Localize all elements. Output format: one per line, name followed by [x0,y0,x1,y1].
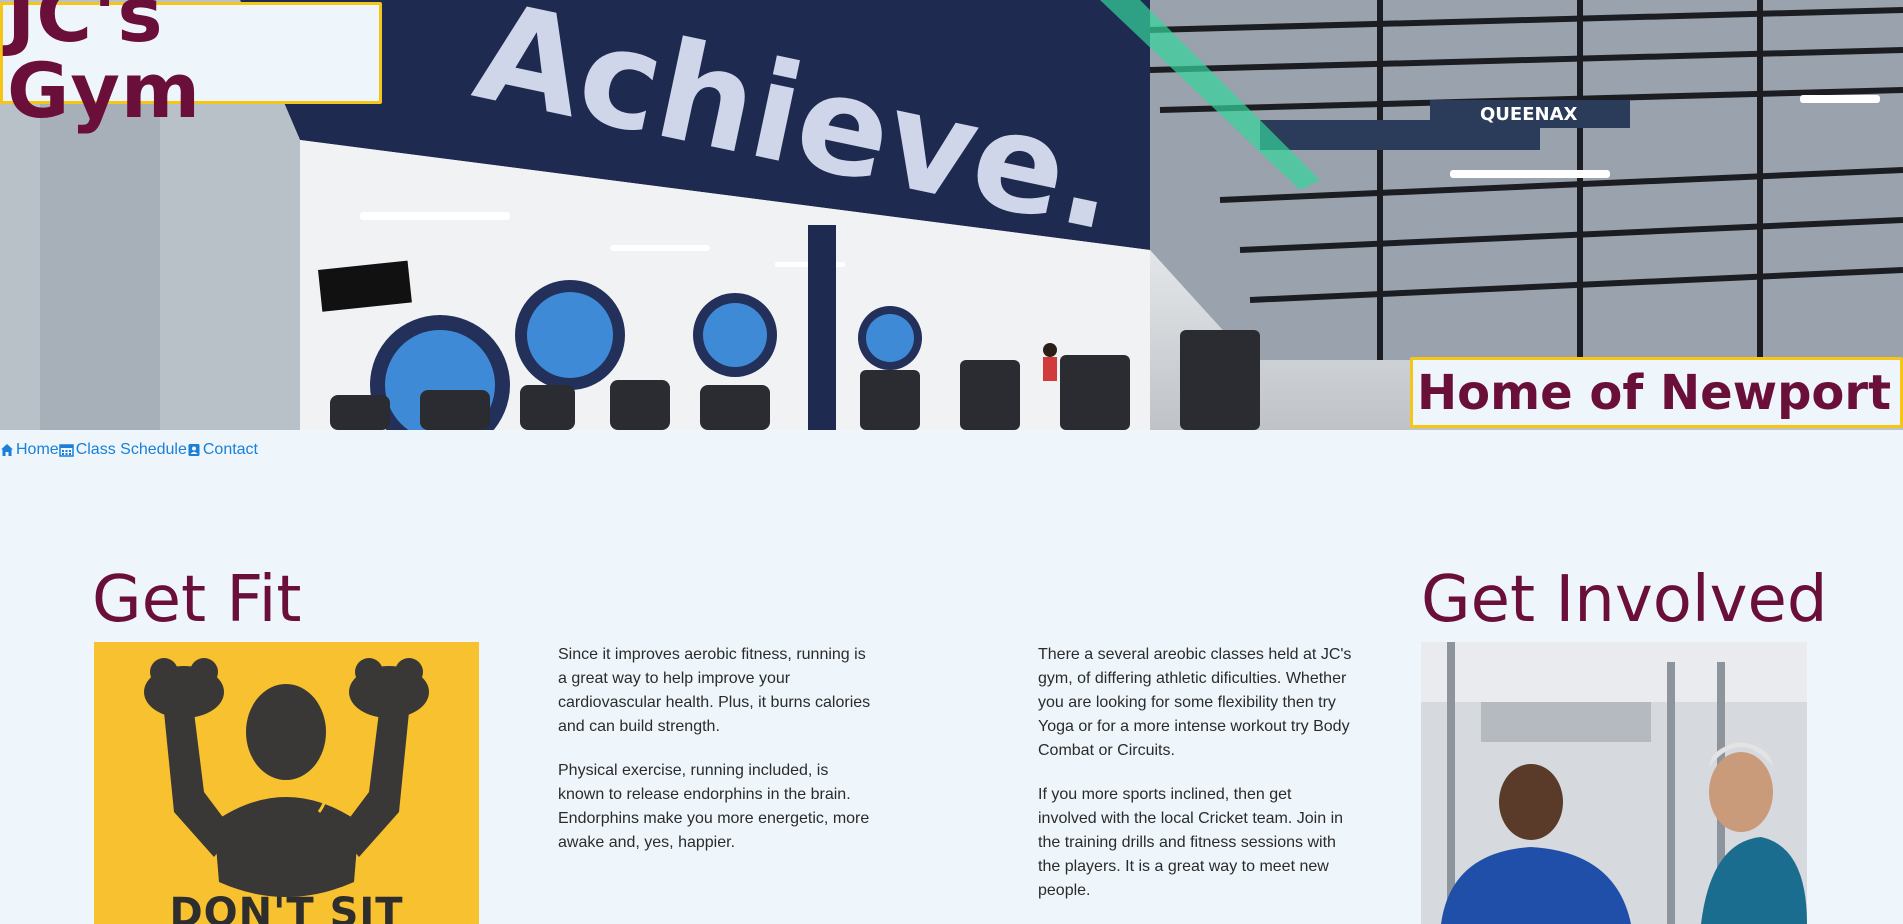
tagline-box: Home of Newport CC [1410,357,1903,428]
paragraph: Since it improves aerobic fitness, runni… [558,646,871,735]
main-nav: Home Class Schedule Contact [0,440,258,460]
nav-link-label: Contact [202,441,258,458]
paragraph: If you more sports inclined, then get in… [1038,786,1344,899]
trainer-and-member-photo [1421,642,1807,924]
get-fit-heading: Get Fit [92,563,302,637]
nav-link-home[interactable]: Home [0,441,59,459]
brand-box: JC's Gym [0,0,382,129]
site-tagline: Home of Newport CC [1417,364,1903,421]
nav-link-class-schedule[interactable]: Class Schedule [58,441,187,459]
calendar-icon [58,444,74,457]
fitness-text-column: Since it improves aerobic fitness, runni… [558,643,873,875]
get-involved-photo [1421,642,1807,924]
site-title: JC's Gym [7,0,202,135]
poster-text: DON'T SIT [169,890,404,924]
hero-banner: QUEENAX Achieve. JC's Gym Home of Newpor… [0,0,1903,430]
get-fit-poster-image: DON'T SIT [94,642,479,924]
nav-link-label: Class Schedule [75,441,187,458]
home-icon [1,444,13,456]
contact-icon [188,444,200,456]
get-involved-heading: Get Involved [1421,563,1828,637]
paragraph: Physical exercise, running included, is … [558,762,870,851]
hero-sign-text: QUEENAX [1480,104,1578,125]
woman-dumbbells-silhouette [144,658,429,897]
nav-link-label: Home [16,441,59,458]
classes-text-column: There a several areobic classes held at … [1038,643,1353,923]
nav-link-contact[interactable]: Contact [187,441,258,459]
paragraph: There a several areobic classes held at … [1038,646,1352,759]
